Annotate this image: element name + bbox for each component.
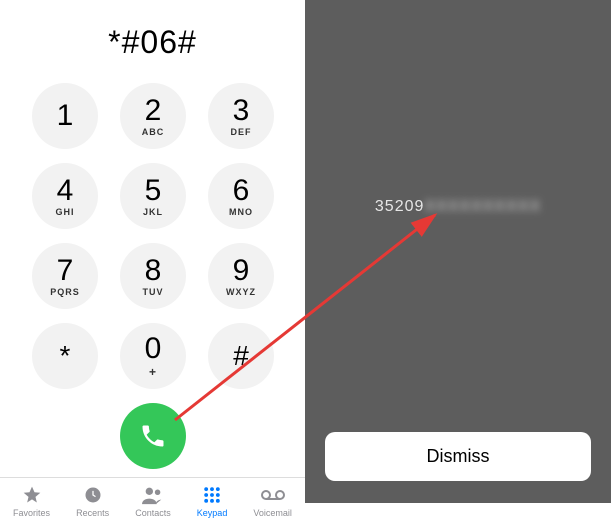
key-3[interactable]: 3DEF xyxy=(208,83,274,149)
key-0[interactable]: 0+ xyxy=(120,323,186,389)
tab-keypad[interactable]: Keypad xyxy=(197,484,228,518)
call-button[interactable] xyxy=(120,403,186,469)
key-2[interactable]: 2ABC xyxy=(120,83,186,149)
key-8[interactable]: 8TUV xyxy=(120,243,186,309)
key-1[interactable]: 1 xyxy=(32,83,98,149)
key-9[interactable]: 9WXYZ xyxy=(208,243,274,309)
phone-keypad-screen: *#06# 1 2ABC 3DEF 4GHI 5JKL 6MNO 7PQRS 8… xyxy=(0,0,305,503)
tab-favorites[interactable]: Favorites xyxy=(13,484,50,518)
phone-icon xyxy=(139,422,167,450)
tab-bar: Favorites Recents Contacts Keypad Voicem… xyxy=(0,477,305,522)
key-7[interactable]: 7PQRS xyxy=(32,243,98,309)
key-4[interactable]: 4GHI xyxy=(32,163,98,229)
keypad-grid: 1 2ABC 3DEF 4GHI 5JKL 6MNO 7PQRS 8TUV 9W… xyxy=(0,73,305,389)
tab-contacts[interactable]: Contacts xyxy=(135,484,171,518)
dialed-number: *#06# xyxy=(0,0,305,73)
imei-popup-screen: 35209XXXXXXXXXX Dismiss xyxy=(305,0,611,503)
tab-voicemail[interactable]: Voicemail xyxy=(253,484,292,518)
key-star[interactable]: * xyxy=(32,323,98,389)
key-6[interactable]: 6MNO xyxy=(208,163,274,229)
dismiss-button[interactable]: Dismiss xyxy=(325,432,591,481)
tab-recents[interactable]: Recents xyxy=(76,484,109,518)
key-5[interactable]: 5JKL xyxy=(120,163,186,229)
key-hash[interactable]: # xyxy=(208,323,274,389)
imei-number: 35209XXXXXXXXXX xyxy=(375,198,541,216)
